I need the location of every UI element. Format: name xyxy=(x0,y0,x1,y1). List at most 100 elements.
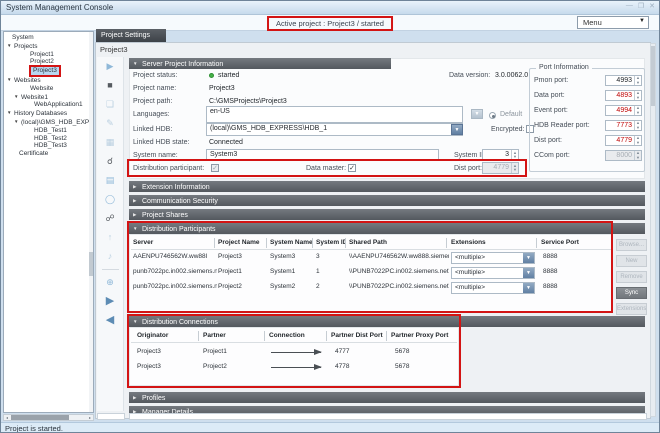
section-header-server-info[interactable]: ▼Server Project Information xyxy=(129,58,391,69)
stepper-arrows-icon[interactable]: ▲▼ xyxy=(511,150,518,160)
back-icon[interactable]: ◀ xyxy=(97,311,123,330)
tree-item-certificate[interactable]: Certificate xyxy=(4,150,93,158)
sync-button[interactable]: Sync xyxy=(616,287,647,299)
scroll-left-icon[interactable]: ◂ xyxy=(4,415,10,420)
col-partner-proxy-port[interactable]: Partner Proxy Port xyxy=(391,331,453,341)
col-partner-dist-port[interactable]: Partner Dist Port xyxy=(331,331,387,341)
tree-item-projects[interactable]: ▼Projects xyxy=(4,42,93,51)
minimize-icon[interactable]: — xyxy=(626,2,633,10)
chevron-down-icon[interactable]: ▼ xyxy=(523,283,534,293)
subtab-project3[interactable]: Project3 xyxy=(100,45,128,54)
tree-item-website1[interactable]: ▼Website1 xyxy=(4,93,93,102)
extensions-dropdown[interactable]: <multiple>▼ xyxy=(451,282,535,294)
col-originator[interactable]: Originator xyxy=(137,331,199,341)
section-header-communication-security[interactable]: ▶Communication Security xyxy=(129,195,645,206)
extensions-button[interactable]: Extensions xyxy=(616,303,647,315)
section-header-extension-information[interactable]: ▶Extension Information xyxy=(129,181,645,192)
section-header-profiles[interactable]: ▶Profiles xyxy=(129,392,645,403)
tree-item-history-databases[interactable]: ▼History Databases xyxy=(4,109,93,118)
tree-item-hdb-test1[interactable]: HDB_Test1 xyxy=(4,127,93,135)
event-port-stepper[interactable]: 4994▲▼ xyxy=(605,105,642,116)
close-icon[interactable]: ✕ xyxy=(649,2,655,10)
default-language-label: Default xyxy=(500,111,522,118)
tree-item-hdb-test2[interactable]: HDB_Test2 xyxy=(4,135,93,143)
languages-listbox[interactable]: en-US xyxy=(206,106,463,123)
tree-vertical-scrollbar[interactable] xyxy=(89,32,93,412)
edit-project-icon[interactable]: ✎ xyxy=(97,114,123,133)
collapse-icon: ▼ xyxy=(133,223,142,234)
browse-button[interactable]: Browse... xyxy=(616,239,647,251)
hdb-reader-port-stepper[interactable]: 7773▲▼ xyxy=(605,120,642,131)
project-name-label: Project name: xyxy=(133,85,176,92)
data-port-stepper[interactable]: 4893▲▼ xyxy=(605,90,642,101)
tree-item-project1[interactable]: Project1 xyxy=(4,51,93,59)
col-server[interactable]: Server xyxy=(133,238,215,248)
tree-expand-icon[interactable]: ▼ xyxy=(7,109,14,117)
chevron-down-icon[interactable]: ▼ xyxy=(523,253,534,263)
notification-icon[interactable]: ♪ xyxy=(97,247,123,266)
tree-expand-icon[interactable]: ▼ xyxy=(7,76,14,84)
dist-port-info-stepper[interactable]: 4779▲▼ xyxy=(605,135,642,146)
menu-dropdown[interactable]: Menu ▼ xyxy=(577,16,649,29)
link-hdb-icon[interactable]: ☌ xyxy=(97,152,123,171)
chevron-down-icon[interactable]: ▼ xyxy=(523,268,534,278)
distribution-participant-checkbox[interactable]: ✓ xyxy=(211,164,219,172)
content-horizontal-scrollbar[interactable] xyxy=(129,413,647,420)
new-button[interactable]: New xyxy=(616,255,647,267)
tree-item-websites[interactable]: ▼Websites xyxy=(4,76,93,85)
col-extensions[interactable]: Extensions xyxy=(451,238,537,248)
scrollbar-thumb[interactable] xyxy=(11,415,69,420)
remove-button[interactable]: Remove xyxy=(616,271,647,283)
scroll-right-icon[interactable]: ▸ xyxy=(87,415,93,420)
new-project-icon[interactable]: ❏ xyxy=(97,95,123,114)
tree-item-system[interactable]: System xyxy=(4,34,93,42)
tree-item-hdb-test3[interactable]: HDB_Test3 xyxy=(4,142,93,150)
tree-item-website[interactable]: Website xyxy=(4,85,93,93)
add-icon[interactable]: ⊕ xyxy=(97,273,123,292)
scrollbar-thumb[interactable] xyxy=(651,46,655,106)
window-title: System Management Console xyxy=(6,3,113,12)
section-header-project-shares[interactable]: ▶Project Shares xyxy=(129,209,645,220)
stepper-arrows-icon[interactable]: ▲▼ xyxy=(511,163,518,173)
pmon-port-stepper[interactable]: 4993▲▼ xyxy=(605,75,642,86)
distribution-icon[interactable]: ☍ xyxy=(97,209,123,228)
tree-item-local-hdb[interactable]: ▼(local)\GMS_HDB_EXPRES xyxy=(4,118,93,127)
data-master-checkbox[interactable]: ✓ xyxy=(348,164,356,172)
section-header-distribution-connections[interactable]: ▼Distribution Connections xyxy=(129,316,645,327)
language-dropdown-icon[interactable]: ▼ xyxy=(471,109,483,119)
col-project-name[interactable]: Project Name xyxy=(218,238,267,248)
system-name-input[interactable]: System3 xyxy=(206,149,439,161)
tree-expand-icon[interactable]: ▼ xyxy=(7,42,14,50)
col-service-port[interactable]: Service Port xyxy=(541,238,597,248)
linked-hdb-dropdown[interactable]: (local)\GMS_HDB_EXPRESS\HDB_1 xyxy=(206,123,463,136)
save-icon[interactable]: ▤ xyxy=(97,171,123,190)
col-system-id[interactable]: System ID xyxy=(316,238,346,248)
default-language-radio[interactable] xyxy=(489,112,496,119)
col-connection[interactable]: Connection xyxy=(269,331,327,341)
col-system-name[interactable]: System Name xyxy=(270,238,313,248)
tree-horizontal-scrollbar[interactable]: ◂ ▸ xyxy=(3,414,94,421)
start-project-icon[interactable]: ▶ xyxy=(97,57,123,76)
restore-project-icon[interactable]: ▦ xyxy=(97,133,123,152)
extensions-dropdown[interactable]: <multiple>▼ xyxy=(451,267,535,279)
system-id-stepper[interactable]: 3 ▲▼ xyxy=(482,149,519,161)
tree-item-webapplication1[interactable]: WebApplication1 xyxy=(4,101,93,109)
col-partner[interactable]: Partner xyxy=(203,331,265,341)
tree-item-project2[interactable]: Project2 xyxy=(4,58,93,66)
upgrade-icon[interactable]: ↑ xyxy=(97,228,123,247)
dist-port-stepper[interactable]: 4779 ▲▼ xyxy=(482,162,519,174)
linked-hdb-dropdown-icon[interactable]: ▼ xyxy=(451,124,463,135)
tree-expand-icon[interactable]: ▼ xyxy=(14,93,21,101)
forward-icon[interactable]: ▶ xyxy=(97,292,123,311)
tree-expand-icon[interactable]: ▼ xyxy=(14,118,21,126)
section-header-distribution-participants[interactable]: ▼Distribution Participants xyxy=(129,223,645,234)
stop-project-icon[interactable]: ■ xyxy=(97,76,123,95)
col-shared-path[interactable]: Shared Path xyxy=(349,238,447,248)
data-port-label: Data port: xyxy=(534,92,565,99)
content-vertical-scrollbar[interactable] xyxy=(650,43,656,417)
extensions-dropdown[interactable]: <multiple>▼ xyxy=(451,252,535,264)
tree-item-project3[interactable]: Project3 xyxy=(4,66,93,76)
update-icon[interactable]: ◯ xyxy=(97,190,123,209)
tab-project-settings[interactable]: Project Settings xyxy=(96,29,166,42)
maximize-icon[interactable]: ❐ xyxy=(638,2,644,10)
